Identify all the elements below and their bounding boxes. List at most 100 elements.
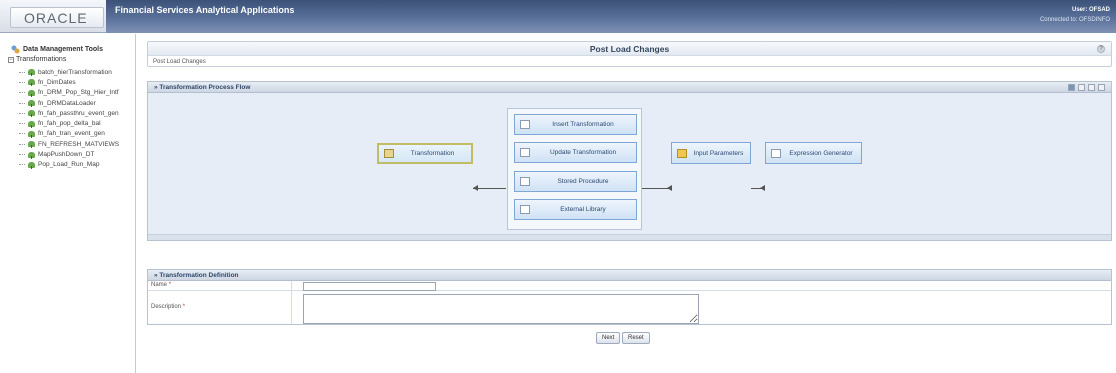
description-label-text: Description xyxy=(151,304,182,310)
user-label: User: OFSAD xyxy=(1071,7,1110,13)
page-header-bar: Post Load Changes ? xyxy=(148,42,1111,56)
panel-toolbar xyxy=(1068,84,1105,91)
page-title: Post Load Changes xyxy=(589,44,670,54)
update-label: Update Transformation xyxy=(549,149,617,156)
tree-item[interactable]: fn_fah_pop_delta_bal xyxy=(19,118,119,128)
required-mark: * xyxy=(182,304,186,310)
description-label: Description * xyxy=(151,304,185,310)
tree-leaf-icon xyxy=(28,141,35,149)
tree-item[interactable]: fn_fah_passthru_event_gen xyxy=(19,108,119,118)
tree-connector xyxy=(19,154,25,156)
tree-item-label: fn_fah_pop_delta_bal xyxy=(38,120,101,128)
name-row: Name * xyxy=(148,281,1111,291)
expression-generator-icon xyxy=(771,148,781,158)
tree-leaf-icon xyxy=(28,79,35,87)
tree-leaf-icon xyxy=(28,69,35,77)
tree-connector xyxy=(19,71,25,73)
connector-arrow xyxy=(760,185,765,191)
update-transformation-node[interactable]: Update Transformation xyxy=(514,142,637,163)
process-flow-footer xyxy=(148,234,1111,240)
transformation-definition-panel: » Transformation Definition Name * Descr… xyxy=(147,269,1112,325)
external-library-label: External Library xyxy=(560,206,606,213)
oracle-logo: ORACLE xyxy=(10,7,104,28)
name-label-text: Name xyxy=(151,282,168,288)
tree-item-label: fn_DimDates xyxy=(38,78,76,86)
tree-leaf-icon xyxy=(28,161,35,169)
tree-folder-transformations[interactable]: − Transformations xyxy=(8,56,66,63)
input-parameters-label: Input Parameters xyxy=(693,149,744,157)
app-title: Financial Services Analytical Applicatio… xyxy=(115,5,295,15)
tree-item-label: batch_hierTransformation xyxy=(38,68,112,76)
tree-item[interactable]: fn_DRMDataLoader xyxy=(19,98,119,108)
input-parameters-icon xyxy=(677,148,687,158)
transformation-label: Transformation xyxy=(410,150,455,157)
next-button[interactable]: Next xyxy=(596,332,621,344)
logo-text: ORACLE xyxy=(24,10,88,26)
transformation-icon xyxy=(384,149,394,158)
tree-connector xyxy=(19,143,25,145)
delete-icon[interactable] xyxy=(1088,84,1095,91)
tree-connector xyxy=(19,92,25,94)
tree-item[interactable]: FN_REFRESH_MATVIEWS xyxy=(19,139,119,149)
tree-root-label: Data Management Tools xyxy=(23,46,103,53)
expression-generator-label: Expression Generator xyxy=(789,149,853,157)
transformation-node[interactable]: Transformation xyxy=(377,143,473,164)
tree-connector xyxy=(19,112,25,114)
collapse-icon[interactable]: − xyxy=(8,56,14,63)
breadcrumb: Post Load Changes xyxy=(153,59,206,65)
expression-generator-node[interactable]: Expression Generator xyxy=(765,142,862,164)
tree-item[interactable]: Pop_Load_Run_Map xyxy=(19,160,119,170)
tree-leaf-icon xyxy=(28,151,35,159)
tree-connector xyxy=(19,81,25,83)
tree-root[interactable]: Data Management Tools xyxy=(11,45,103,54)
external-library-node[interactable]: External Library xyxy=(514,199,637,220)
tree-item-label: fn_DRMDataLoader xyxy=(38,99,96,107)
reset-button[interactable]: Reset xyxy=(622,332,650,344)
stored-procedure-icon xyxy=(520,177,530,186)
brand-band: Financial Services Analytical Applicatio… xyxy=(106,0,1116,33)
add-icon[interactable] xyxy=(1068,84,1075,91)
insert-icon xyxy=(520,120,530,129)
sidebar: Data Management Tools − Transformations … xyxy=(0,34,136,373)
tree-leaf-icon xyxy=(28,130,35,138)
stored-procedure-label: Stored Procedure xyxy=(557,178,609,185)
tree-item-label: fn_fah_passthru_event_gen xyxy=(38,109,119,117)
tree-leaf-icon xyxy=(28,89,35,97)
tree-item-label: Pop_Load_Run_Map xyxy=(38,161,100,169)
tree-list: batch_hierTransformation fn_DimDates fn_… xyxy=(19,67,119,170)
panel-help-icon[interactable] xyxy=(1098,84,1105,91)
stored-procedure-node[interactable]: Stored Procedure xyxy=(514,171,637,192)
input-parameters-node[interactable]: Input Parameters xyxy=(671,142,751,164)
insert-label: Insert Transformation xyxy=(552,121,614,128)
tree-connector xyxy=(19,123,25,125)
tree-item[interactable]: fn_DimDates xyxy=(19,77,119,87)
external-library-icon xyxy=(520,205,530,214)
tree-leaf-icon xyxy=(28,120,35,128)
tree-connector xyxy=(19,133,25,135)
definition-bar: » Transformation Definition xyxy=(148,270,1111,281)
connector-arrow xyxy=(667,185,672,191)
transformation-types-box: Insert Transformation Update Transformat… xyxy=(507,108,642,230)
tree-item[interactable]: batch_hierTransformation xyxy=(19,67,119,77)
data-tools-icon xyxy=(11,45,20,54)
tree-folder-label: Transformations xyxy=(16,56,67,63)
process-flow-title: » Transformation Process Flow xyxy=(154,83,251,91)
top-bar: ORACLE Financial Services Analytical App… xyxy=(0,0,1116,33)
connector-arrow xyxy=(473,185,478,191)
edit-icon[interactable] xyxy=(1078,84,1085,91)
description-input[interactable] xyxy=(303,294,699,324)
insert-transformation-node[interactable]: Insert Transformation xyxy=(514,114,637,135)
tree-item[interactable]: MapPushDown_DT xyxy=(19,149,119,159)
tree-item[interactable]: fn_DRM_Pop_Stg_Hier_Intf xyxy=(19,88,119,98)
name-input[interactable] xyxy=(303,282,436,291)
page-header-panel: Post Load Changes ? Post Load Changes xyxy=(147,41,1112,67)
tree-item[interactable]: fn_fah_tran_event_gen xyxy=(19,129,119,139)
connected-label: Connected to: OFSDINFO xyxy=(1039,17,1110,23)
process-flow-bar: » Transformation Process Flow xyxy=(148,82,1111,93)
name-label: Name * xyxy=(151,282,171,288)
main-content: Post Load Changes ? Post Load Changes » … xyxy=(137,34,1116,373)
tree-leaf-icon xyxy=(28,110,35,118)
definition-title: » Transformation Definition xyxy=(154,271,239,279)
tree-item-label: MapPushDown_DT xyxy=(38,151,95,159)
help-icon[interactable]: ? xyxy=(1097,45,1105,53)
